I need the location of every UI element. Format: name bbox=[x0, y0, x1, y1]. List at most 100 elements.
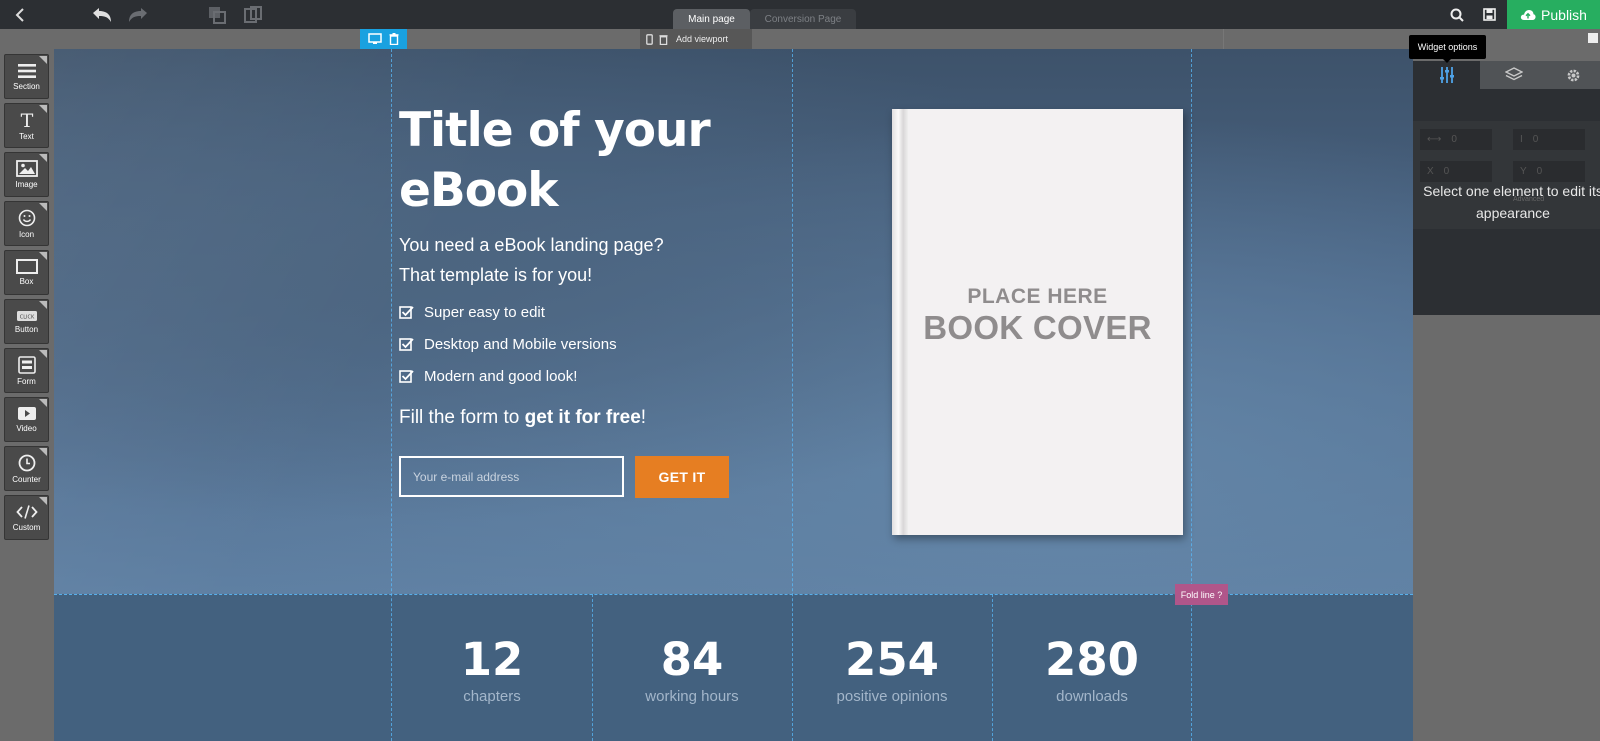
widget-label: Button bbox=[14, 324, 39, 334]
strip-divider bbox=[1223, 29, 1224, 49]
redo-button[interactable] bbox=[124, 0, 152, 29]
page-canvas[interactable]: Fold line ? Title of your eBook You need… bbox=[54, 49, 1413, 741]
publish-button[interactable]: Publish bbox=[1507, 0, 1600, 29]
mobile-viewport-tab[interactable]: Add viewport bbox=[640, 29, 752, 49]
stat-value: 84 bbox=[660, 633, 724, 686]
widget-button[interactable]: CLICK Button bbox=[4, 299, 49, 344]
svg-text:T: T bbox=[20, 111, 33, 129]
widget-label: Video bbox=[16, 424, 37, 433]
get-it-button[interactable]: GET IT bbox=[635, 456, 729, 498]
subtitle-line: That template is for you! bbox=[399, 265, 593, 285]
widget-icon[interactable]: Icon bbox=[4, 201, 49, 246]
checkbox-icon bbox=[399, 338, 414, 351]
widget-label: Section bbox=[13, 81, 40, 91]
trash-icon[interactable] bbox=[389, 33, 399, 45]
y-field[interactable]: Y0 bbox=[1513, 161, 1585, 182]
widget-form[interactable]: Form bbox=[4, 348, 49, 393]
undo-button[interactable] bbox=[88, 0, 116, 29]
stat-value: 254 bbox=[845, 633, 939, 686]
book-cover-placeholder[interactable]: PLACE HERE BOOK COVER bbox=[892, 109, 1183, 535]
widget-box[interactable]: Box bbox=[4, 250, 49, 295]
tab-conversion-page[interactable]: Conversion Page bbox=[750, 9, 856, 29]
field-label: Y bbox=[1520, 166, 1527, 177]
text-icon: T bbox=[20, 111, 33, 129]
checklist-item[interactable]: Desktop and Mobile versions bbox=[399, 336, 617, 353]
fold-line-badge[interactable]: Fold line ? bbox=[1175, 584, 1228, 605]
email-field[interactable] bbox=[399, 456, 624, 497]
play-icon bbox=[17, 407, 36, 420]
widget-counter[interactable]: Counter bbox=[4, 446, 49, 491]
checklist-text: Super easy to edit bbox=[424, 304, 545, 321]
widget-image[interactable]: Image bbox=[4, 152, 49, 197]
widget-label: Custom bbox=[12, 522, 41, 532]
copy-button[interactable] bbox=[204, 0, 230, 29]
search-icon bbox=[1450, 8, 1464, 22]
widget-video[interactable]: Video bbox=[4, 397, 49, 442]
book-cover-line2: BOOK COVER bbox=[923, 309, 1152, 346]
add-viewport-link[interactable]: Add viewport bbox=[676, 34, 728, 44]
svg-text:CLICK: CLICK bbox=[19, 314, 34, 320]
copy-icon bbox=[209, 6, 226, 24]
editor-window: Main page Conversion Page Publish Add vi… bbox=[0, 0, 1600, 741]
image-icon bbox=[15, 160, 38, 177]
checklist-item[interactable]: Modern and good look! bbox=[399, 368, 577, 385]
ebook-subtitle[interactable]: You need a eBook landing page? That temp… bbox=[399, 230, 664, 290]
desktop-icon[interactable] bbox=[367, 33, 382, 45]
mobile-icon[interactable] bbox=[646, 33, 653, 45]
search-button[interactable] bbox=[1444, 0, 1470, 29]
ebook-title[interactable]: Title of your eBook bbox=[399, 101, 819, 221]
paste-icon bbox=[244, 5, 262, 23]
subtitle-line: You need a eBook landing page? bbox=[399, 235, 664, 255]
widget-custom[interactable]: Custom bbox=[4, 495, 49, 540]
clock-icon bbox=[18, 454, 35, 471]
code-icon bbox=[15, 504, 38, 519]
stat-label: working hours bbox=[645, 688, 739, 705]
stat-counter[interactable]: 280 downloads bbox=[992, 633, 1192, 706]
stat-counter[interactable]: 12 chapters bbox=[392, 633, 592, 706]
widget-section[interactable]: Section bbox=[4, 54, 49, 99]
form-prompt[interactable]: Fill the form to get it for free! bbox=[399, 407, 646, 429]
paste-button[interactable] bbox=[240, 0, 266, 29]
box-icon bbox=[15, 259, 38, 274]
x-field[interactable]: X0 bbox=[1420, 161, 1492, 182]
viewport-strip: Add viewport bbox=[0, 29, 1600, 49]
width-icon: ⟷ bbox=[1427, 134, 1442, 145]
book-cover-line1: PLACE HERE bbox=[967, 285, 1108, 308]
stat-label: chapters bbox=[463, 688, 521, 705]
checklist-text: Modern and good look! bbox=[424, 368, 578, 385]
widget-options-tooltip: Widget options bbox=[1409, 35, 1486, 63]
tab-widget-options[interactable] bbox=[1413, 61, 1480, 89]
stat-value: 280 bbox=[1045, 633, 1139, 686]
stat-counter[interactable]: 84 working hours bbox=[592, 633, 792, 706]
stat-counter[interactable]: 254 positive opinions bbox=[792, 633, 992, 706]
checklist-item[interactable]: Super easy to edit bbox=[399, 304, 545, 321]
top-toolbar: Main page Conversion Page Publish bbox=[0, 0, 1600, 29]
back-button[interactable] bbox=[8, 0, 32, 29]
widget-text[interactable]: T Text bbox=[4, 103, 49, 148]
tab-layers[interactable] bbox=[1480, 61, 1547, 89]
widget-label: Box bbox=[19, 277, 34, 286]
desktop-viewport-selector[interactable] bbox=[360, 29, 407, 49]
height-field[interactable]: I0 bbox=[1513, 129, 1585, 150]
stat-label: downloads bbox=[1056, 688, 1128, 705]
stat-label: positive opinions bbox=[836, 688, 948, 705]
panel-tabs bbox=[1413, 61, 1600, 89]
form-prompt-suffix: ! bbox=[640, 407, 647, 428]
empty-selection-message: Select one element to edit its appearanc… bbox=[1423, 183, 1600, 221]
field-value: 0 bbox=[1443, 166, 1450, 177]
field-value: 0 bbox=[1451, 134, 1457, 145]
trash-icon[interactable] bbox=[659, 34, 668, 45]
redo-icon bbox=[129, 7, 147, 22]
field-value: 0 bbox=[1536, 166, 1543, 177]
widget-options-panel: ⟷ 0 I0 X0 Y0 Advanced Select one element … bbox=[1413, 49, 1600, 741]
save-button[interactable] bbox=[1476, 0, 1502, 29]
field-label: X bbox=[1427, 166, 1434, 177]
tab-settings[interactable] bbox=[1547, 61, 1600, 89]
widget-label: Counter bbox=[12, 474, 41, 484]
panel-toggle[interactable] bbox=[1588, 33, 1598, 43]
widget-label: Text bbox=[19, 131, 34, 141]
gear-icon bbox=[1567, 69, 1580, 81]
tab-main-page[interactable]: Main page bbox=[673, 9, 750, 29]
width-field[interactable]: ⟷ 0 bbox=[1420, 129, 1492, 150]
stat-value: 12 bbox=[460, 633, 524, 686]
